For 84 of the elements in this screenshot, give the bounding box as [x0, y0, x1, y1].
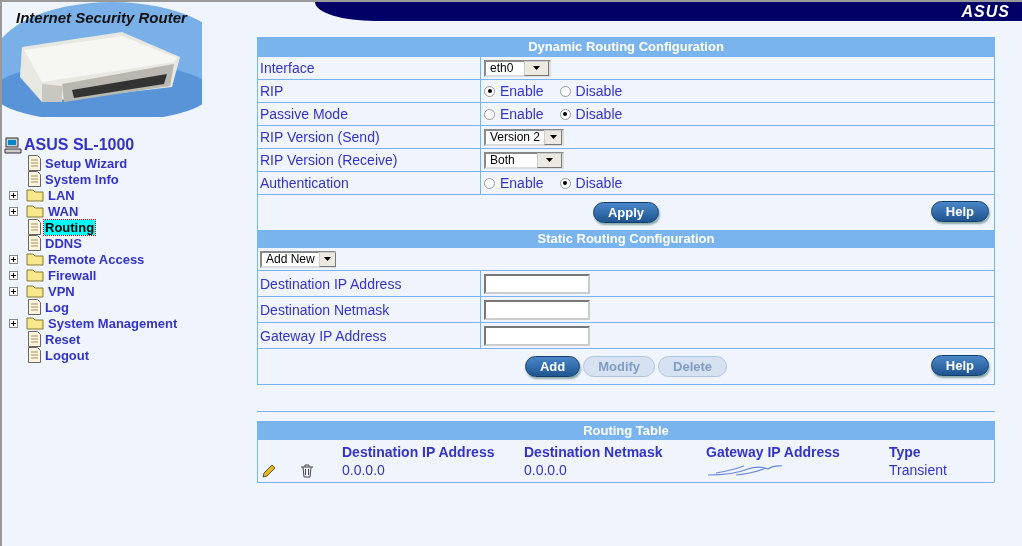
section-title: Dynamic Routing Configuration: [258, 38, 994, 56]
dropdown[interactable]: Both: [484, 151, 564, 169]
help-button[interactable]: Help: [930, 201, 989, 222]
radio-button[interactable]: [484, 177, 495, 189]
caret-icon: [549, 135, 557, 139]
nav-link[interactable]: Reset: [44, 331, 82, 347]
nav-link[interactable]: System Info: [44, 171, 120, 187]
nav-link[interactable]: Remote Access: [47, 251, 146, 267]
page-icon: [28, 331, 41, 347]
column-header: Type: [889, 443, 922, 460]
field-label: Passive Mode: [260, 106, 348, 122]
nav-link[interactable]: Firewall: [47, 267, 98, 283]
input-field[interactable]: [484, 299, 590, 320]
nav-link[interactable]: System Management: [47, 315, 179, 331]
radio-label: Enable: [500, 83, 544, 99]
expand-icon[interactable]: [9, 286, 18, 296]
table-cell-text: Transient: [889, 461, 948, 480]
product-title: Internet Security Router: [16, 9, 187, 26]
brand-logo: ASUS: [961, 2, 1010, 21]
action-button[interactable]: Apply: [592, 202, 660, 223]
input-field[interactable]: [484, 273, 590, 294]
column-header: Destination Netmask: [524, 443, 664, 460]
action-button[interactable]: Add: [524, 356, 581, 377]
section-title: Routing Table: [258, 422, 994, 440]
radio-label: Enable: [500, 175, 544, 191]
radio-label: Disable: [575, 175, 623, 191]
radio-button[interactable]: [559, 108, 571, 120]
column-header: Destination IP Address: [342, 443, 496, 460]
expand-icon[interactable]: [9, 206, 18, 216]
dropdown[interactable]: eth0: [484, 59, 551, 77]
caret-icon: [546, 158, 553, 162]
expand-icon[interactable]: [9, 190, 18, 200]
column-header: Gateway IP Address: [706, 443, 841, 460]
help-button[interactable]: Help: [930, 355, 989, 376]
pencil-icon[interactable]: [262, 464, 276, 478]
page-icon: [28, 347, 41, 363]
folder-icon: [26, 252, 44, 266]
delete-icon[interactable]: [300, 464, 314, 478]
page-icon: [28, 155, 41, 171]
page-icon: [28, 299, 41, 315]
computer-icon: [4, 136, 22, 154]
nav-link[interactable]: VPN: [47, 283, 76, 299]
field-label: Destination IP Address: [260, 275, 402, 292]
nav-link[interactable]: WAN: [47, 203, 80, 219]
field-label: RIP Version (Receive): [260, 152, 398, 168]
radio-label: Disable: [575, 83, 623, 99]
folder-icon: [26, 284, 44, 298]
page-icon: [28, 171, 41, 187]
field-label: RIP Version (Send): [260, 129, 380, 145]
input-field[interactable]: [484, 325, 590, 346]
radio-button[interactable]: [484, 85, 495, 97]
folder-icon: [26, 188, 44, 202]
field-label: RIP: [260, 83, 284, 99]
table-cell-text: 0.0.0.0: [524, 461, 568, 480]
caret-icon: [533, 66, 540, 70]
nav-link[interactable]: Log: [44, 299, 70, 315]
page-icon: [28, 219, 41, 235]
nav-link[interactable]: LAN: [47, 187, 76, 203]
folder-icon: [26, 204, 44, 218]
nav-link[interactable]: Routing: [44, 219, 96, 235]
field-label: Destination Netmask: [260, 301, 390, 318]
expand-icon[interactable]: [9, 318, 18, 328]
radio-button[interactable]: [559, 85, 571, 97]
table-cell-text: 0.0.0.0: [342, 461, 386, 480]
expand-icon[interactable]: [9, 270, 18, 280]
device-name: ASUS SL-1000: [24, 136, 135, 154]
expand-icon[interactable]: [9, 254, 18, 264]
folder-icon: [26, 316, 44, 330]
caret-icon: [323, 257, 331, 261]
dropdown[interactable]: Add New: [260, 250, 336, 268]
radio-label: Enable: [500, 106, 544, 122]
nav-link[interactable]: DDNS: [44, 235, 83, 251]
field-label: Gateway IP Address: [260, 327, 387, 344]
folder-icon: [26, 268, 44, 282]
dropdown[interactable]: Version 2: [484, 128, 564, 146]
radio-label: Disable: [575, 106, 623, 122]
radio-button[interactable]: [559, 177, 571, 189]
radio-button[interactable]: [484, 108, 495, 120]
section-title: Static Routing Configuration: [258, 230, 994, 248]
nav-link[interactable]: Logout: [44, 347, 91, 363]
field-label: Interface: [260, 60, 315, 76]
field-label: Authentication: [260, 175, 349, 191]
page-icon: [28, 235, 41, 251]
nav-link[interactable]: Setup Wizard: [44, 155, 129, 171]
